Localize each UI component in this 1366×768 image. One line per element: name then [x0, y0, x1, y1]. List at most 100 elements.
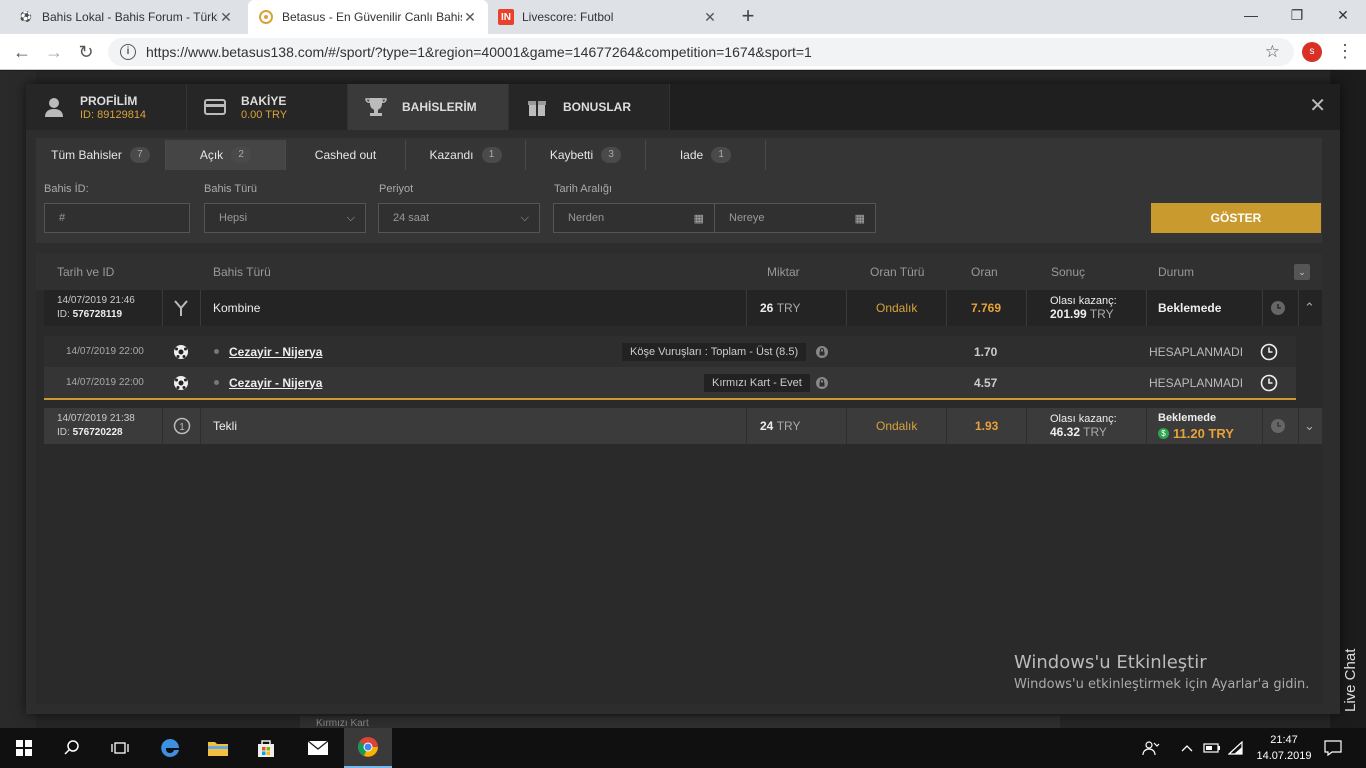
table-row[interactable]: 14/07/2019 21:46 ID: 576728119 Kombine 2…: [44, 290, 1322, 326]
calendar-icon: ▦: [693, 213, 704, 225]
close-tab-icon[interactable]: ✕: [702, 9, 718, 26]
bet-status-cashout: Beklemede $ 11.20 TRY: [1158, 408, 1234, 444]
bet-amount-value: 24: [760, 419, 774, 433]
close-tab-icon[interactable]: ✕: [462, 9, 478, 26]
bullet-icon: [214, 380, 219, 385]
bet-id: 576728119: [72, 309, 123, 320]
table-row[interactable]: 14/07/2019 21:38 ID: 576720228 1 Tekli 2…: [44, 408, 1322, 444]
selection-market: Köşe Vuruşları : Toplam - Üst (8.5): [622, 336, 807, 367]
page-bottom-strip: [300, 716, 1060, 728]
file-explorer-app[interactable]: [194, 728, 242, 768]
task-view-button[interactable]: [96, 728, 144, 768]
bet-type-select[interactable]: Hepsi ⌵: [204, 203, 366, 233]
chevron-up-icon[interactable]: ⌃: [1304, 290, 1315, 326]
browser-tab-betasus[interactable]: Betasus - En Güvenilir Canlı Bahis ✕: [248, 0, 488, 34]
close-window-button[interactable]: ✕: [1320, 0, 1366, 30]
chrome-app[interactable]: [344, 728, 392, 768]
profile-avatar[interactable]: s: [1302, 42, 1322, 62]
soccer-ball-icon: [173, 336, 189, 367]
selection-status: HESAPLANMADI: [1149, 375, 1244, 390]
filter-tab-all[interactable]: Tüm Bahisler 7: [36, 140, 166, 170]
new-tab-button[interactable]: +: [736, 4, 760, 30]
start-button[interactable]: [0, 728, 48, 768]
tab-my-bets-label: BAHİSLERİM: [402, 100, 477, 114]
browser-tab-bahis-lokal[interactable]: ⚽ Bahis Lokal - Bahis Forum - Türki ✕: [8, 0, 244, 34]
selection-market: Kırmızı Kart - Evet: [704, 367, 810, 398]
tab-profile[interactable]: PROFİLİM ID: 89129814: [26, 84, 187, 130]
chevron-down-icon[interactable]: ⌄: [1304, 408, 1315, 444]
bet-date: 14/07/2019 21:38: [57, 413, 135, 424]
match-link[interactable]: Cezayir - Nijerya: [229, 345, 322, 359]
cashout-button[interactable]: $ 11.20 TRY: [1158, 426, 1234, 441]
column-divider: [946, 408, 947, 444]
site-info-icon[interactable]: i: [120, 44, 136, 60]
wallet-icon: [203, 97, 227, 117]
minimize-button[interactable]: —: [1228, 0, 1274, 30]
clock-icon[interactable]: [1270, 408, 1286, 444]
reload-button[interactable]: ↻: [74, 40, 98, 64]
url-text: https://www.betasus138.com/#/sport/?type…: [146, 44, 812, 60]
mail-app[interactable]: [294, 728, 342, 768]
match-link[interactable]: Cezayir - Nijerya: [229, 376, 322, 390]
mail-icon: [307, 740, 329, 755]
period-label: Periyot: [379, 183, 414, 195]
maximize-button[interactable]: ❐: [1274, 0, 1320, 30]
browser-menu-icon[interactable]: ⋮: [1336, 42, 1354, 60]
windows-logo-icon: [16, 740, 32, 756]
filter-tab-refund[interactable]: Iade 1: [646, 140, 766, 170]
chevron-up-icon[interactable]: [1181, 728, 1193, 768]
clock-time: 21:47: [1270, 734, 1298, 746]
filter-tab-lost[interactable]: Kaybetti 3: [526, 140, 646, 170]
bet-id-input[interactable]: #: [44, 203, 190, 233]
edge-app[interactable]: [146, 728, 194, 768]
windows-taskbar: 21:47 14.07.2019: [0, 728, 1366, 768]
bet-date-id: 14/07/2019 21:38 ID: 576720228: [57, 408, 135, 444]
wifi-icon[interactable]: [1228, 728, 1244, 768]
tab-profile-label: PROFİLİM: [80, 93, 138, 108]
clock-icon[interactable]: [1270, 290, 1286, 326]
search-button[interactable]: [48, 728, 96, 768]
date-from-input[interactable]: Nerden ▦: [553, 203, 715, 233]
back-button[interactable]: ←: [10, 40, 34, 64]
period-select[interactable]: 24 saat ⌵: [378, 203, 540, 233]
close-modal-icon[interactable]: ✕: [1309, 96, 1326, 116]
bets-table: Tarih ve ID Bahis Türü Miktar Oran Türü …: [36, 254, 1322, 704]
clock-icon[interactable]: [1260, 367, 1278, 398]
bet-id-placeholder: #: [59, 212, 66, 224]
date-range-label: Tarih Aralığı: [554, 183, 613, 195]
column-divider: [1298, 290, 1299, 326]
forward-button[interactable]: →: [42, 40, 66, 64]
tab-my-bets[interactable]: BAHİSLERİM: [348, 84, 509, 130]
tab-balance[interactable]: BAKİYE 0.00 TRY: [187, 84, 348, 130]
selection-row[interactable]: 14/07/2019 22:00 Cezayir - Nijerya Kırmı…: [44, 367, 1296, 398]
column-divider: [162, 408, 163, 444]
date-to-input[interactable]: Nereye ▦: [714, 203, 876, 233]
chevron-down-icon: ⌵: [346, 212, 355, 224]
bet-type-value: Hepsi: [219, 212, 248, 224]
filter-tab-cashed-out[interactable]: Cashed out: [286, 140, 406, 170]
selection-date: 14/07/2019 22:00: [66, 377, 144, 388]
store-app[interactable]: [242, 728, 290, 768]
address-bar[interactable]: i https://www.betasus138.com/#/sport/?ty…: [108, 38, 1294, 66]
live-chat-button[interactable]: Live Chat: [1338, 620, 1362, 716]
lock-icon: [816, 367, 828, 398]
system-clock[interactable]: 21:47 14.07.2019: [1254, 732, 1314, 764]
bookmark-star-icon[interactable]: ☆: [1265, 42, 1280, 62]
tab-bonuses[interactable]: BONUSLAR: [509, 84, 670, 130]
bet-odds-type: Ondalık: [876, 419, 918, 433]
show-button[interactable]: GÖSTER: [1151, 203, 1321, 233]
close-tab-icon[interactable]: ✕: [218, 9, 234, 26]
selection-odds: 1.70: [974, 344, 998, 359]
browser-tab-livescore[interactable]: IN Livescore: Futbol ✕: [488, 0, 728, 34]
clock-icon[interactable]: [1260, 336, 1278, 367]
expand-all-icon[interactable]: ⌄: [1294, 264, 1310, 280]
header-date-id: Tarih ve ID: [57, 265, 115, 279]
filter-tab-won[interactable]: Kazandı 1: [406, 140, 526, 170]
filter-tab-open[interactable]: Açık 2: [166, 140, 286, 170]
bet-id: 576720228: [72, 427, 123, 438]
notifications-icon[interactable]: [1324, 728, 1342, 768]
selection-row[interactable]: 14/07/2019 22:00 Cezayir - Nijerya Köşe …: [44, 336, 1296, 367]
battery-icon[interactable]: [1203, 728, 1221, 768]
people-icon[interactable]: [1142, 728, 1160, 768]
filter-tab-count: 3: [601, 147, 622, 163]
